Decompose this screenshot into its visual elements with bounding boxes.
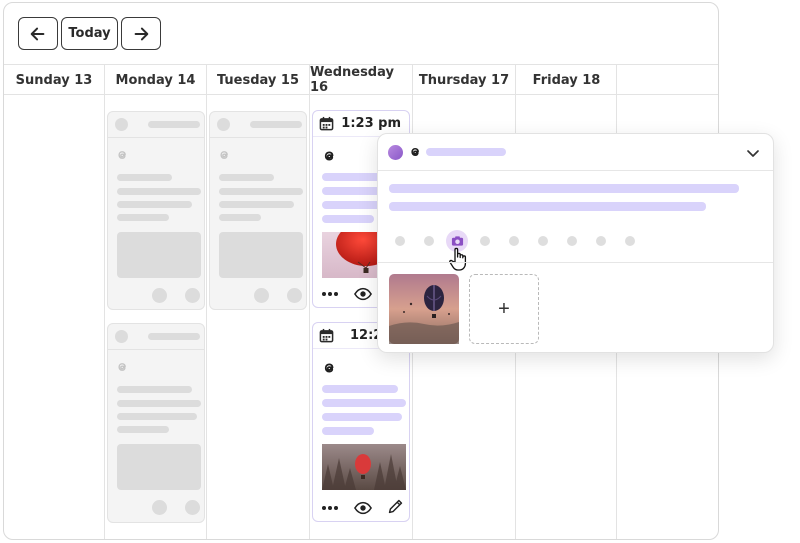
placeholder-line	[219, 174, 274, 181]
hand-cursor-icon	[449, 247, 467, 271]
calendar-icon	[319, 116, 334, 131]
divider	[378, 262, 773, 263]
toolbar-dot[interactable]	[424, 236, 434, 246]
placeholder-line	[148, 121, 200, 128]
post-time: 1:23 pm	[341, 116, 401, 131]
placeholder-line	[219, 201, 294, 208]
threads-icon	[118, 363, 126, 371]
day-header-friday: Friday 18	[532, 72, 601, 88]
threads-icon	[324, 363, 334, 373]
placeholder-line	[250, 121, 302, 128]
threads-icon	[411, 148, 419, 156]
toolbar-dot[interactable]	[509, 236, 519, 246]
threads-icon	[220, 151, 228, 159]
placeholder-post-card	[209, 111, 307, 310]
toolbar-dot[interactable]	[395, 236, 405, 246]
placeholder-avatar	[115, 118, 128, 131]
placeholder-image	[117, 232, 201, 278]
placeholder-line	[117, 201, 192, 208]
text-placeholder	[322, 427, 374, 435]
placeholder-line	[117, 386, 192, 393]
text-placeholder	[322, 385, 398, 393]
day-header-thursday: Thursday 17	[418, 72, 510, 88]
today-button[interactable]: Today	[61, 17, 118, 50]
day-header-sunday: Sunday 13	[15, 72, 93, 88]
placeholder-line	[117, 188, 201, 195]
placeholder-action	[185, 288, 200, 303]
placeholder-action	[254, 288, 269, 303]
divider	[108, 137, 204, 138]
threads-icon	[324, 151, 334, 161]
eye-icon[interactable]	[354, 500, 372, 516]
day-header-row: Sunday 13 Monday 14 Tuesday 15 Wednesday…	[4, 64, 718, 95]
column-divider	[206, 64, 207, 539]
placeholder-line	[117, 400, 201, 407]
threads-icon	[118, 151, 126, 159]
attached-image-thumbnail[interactable]	[389, 274, 459, 344]
calendar-toolbar: Today	[18, 17, 161, 50]
divider	[210, 137, 306, 138]
add-media-button[interactable]: +	[469, 274, 539, 344]
placeholder-line	[117, 413, 197, 420]
placeholder-line	[148, 333, 200, 340]
account-name-placeholder	[426, 148, 506, 156]
placeholder-post-card	[107, 111, 205, 310]
placeholder-action	[287, 288, 302, 303]
toolbar-dot[interactable]	[625, 236, 635, 246]
placeholder-action	[152, 500, 167, 515]
divider	[378, 170, 773, 171]
divider	[108, 349, 204, 350]
toolbar-dot[interactable]	[596, 236, 606, 246]
placeholder-avatar	[217, 118, 230, 131]
text-placeholder	[322, 215, 374, 223]
arrow-right-icon	[134, 27, 149, 40]
text-placeholder	[322, 413, 402, 421]
column-divider	[104, 64, 105, 539]
chevron-down-icon[interactable]	[746, 146, 760, 160]
placeholder-action	[152, 288, 167, 303]
account-avatar[interactable]	[388, 145, 403, 160]
placeholder-line	[117, 174, 172, 181]
toolbar-dot[interactable]	[480, 236, 490, 246]
day-header-wednesday: Wednesday 16	[310, 65, 394, 95]
caption-placeholder[interactable]	[389, 202, 706, 211]
previous-week-button[interactable]	[18, 17, 58, 50]
balloon-forest-image	[322, 444, 406, 490]
placeholder-line	[117, 426, 169, 433]
more-icon[interactable]	[321, 503, 339, 513]
toolbar-dot[interactable]	[567, 236, 577, 246]
calendar-icon	[319, 328, 334, 343]
placeholder-post-card	[107, 323, 205, 523]
placeholder-line	[219, 214, 261, 221]
placeholder-image	[219, 232, 303, 278]
text-placeholder	[322, 399, 406, 407]
day-header-tuesday: Tuesday 15	[216, 72, 300, 88]
column-divider	[309, 64, 310, 539]
placeholder-line	[219, 188, 303, 195]
placeholder-image	[117, 444, 201, 490]
toolbar-dot[interactable]	[538, 236, 548, 246]
day-header-monday: Monday 14	[115, 72, 196, 88]
placeholder-action	[185, 500, 200, 515]
caption-placeholder[interactable]	[389, 184, 739, 193]
pencil-icon[interactable]	[387, 498, 404, 515]
next-week-button[interactable]	[121, 17, 161, 50]
eye-icon[interactable]	[354, 286, 372, 302]
arrow-left-icon	[30, 27, 45, 40]
post-composer-popup: +	[377, 133, 774, 353]
placeholder-line	[117, 214, 169, 221]
placeholder-avatar	[115, 330, 128, 343]
more-icon[interactable]	[321, 289, 339, 299]
